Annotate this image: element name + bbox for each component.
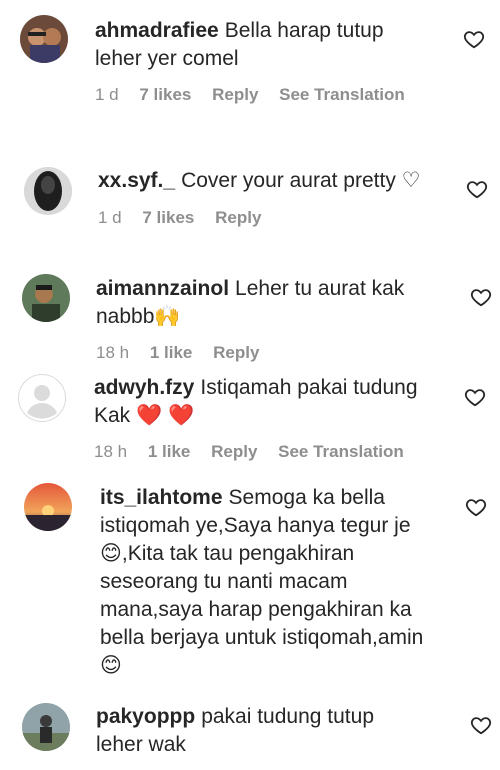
reply-button[interactable]: Reply [215, 208, 261, 227]
reply-button[interactable]: Reply [213, 343, 259, 362]
comment-meta: 18 h 1 like Reply [96, 343, 275, 363]
comment-text-block: pakyoppp pakai tudung tutup leher wak [96, 703, 416, 759]
avatar[interactable] [20, 15, 68, 63]
heart-outline-icon[interactable] [463, 28, 485, 50]
comment-body: Semoga ka bella istiqomah ye,Saya hanya … [100, 486, 424, 677]
avatar[interactable] [24, 167, 72, 215]
comment-text-block: xx.syf._ Cover your aurat pretty ♡ [98, 167, 458, 195]
likes-count-button[interactable]: 7 likes [139, 85, 191, 104]
heart-outline-icon[interactable] [470, 714, 492, 736]
avatar[interactable] [24, 483, 72, 531]
heart-outline-icon[interactable] [466, 178, 488, 200]
avatar[interactable] [22, 703, 70, 751]
heart-outline-icon[interactable] [464, 386, 486, 408]
comment-username[interactable]: ahmadrafiee [95, 19, 219, 42]
comment-username[interactable]: its_ilahtome [100, 486, 223, 509]
comment-time: 18 h [96, 343, 130, 362]
comment-text-block: aimannzainol Leher tu aurat kak nabbb🙌 [96, 275, 436, 331]
comment-time: 1 d [95, 85, 119, 104]
default-avatar-icon[interactable] [18, 374, 66, 422]
comment-username[interactable]: xx.syf._ [98, 169, 175, 192]
comment-meta: 1 d 7 likes Reply [98, 208, 277, 228]
reply-button[interactable]: Reply [212, 85, 258, 104]
comment-time: 18 h [94, 442, 128, 461]
comment-body: Cover your aurat pretty ♡ [181, 169, 421, 192]
likes-count-button[interactable]: 1 like [150, 343, 193, 362]
see-translation-button[interactable]: See Translation [279, 85, 405, 104]
likes-count-button[interactable]: 7 likes [142, 208, 194, 227]
comment-text-block: ahmadrafiee Bella harap tutup leher yer c… [95, 17, 435, 73]
comment-username[interactable]: aimannzainol [96, 277, 229, 300]
comment-username[interactable]: adwyh.fzy [94, 376, 194, 399]
comment-time: 1 d [98, 208, 122, 227]
avatar[interactable] [22, 274, 70, 322]
see-translation-button[interactable]: See Translation [278, 442, 404, 461]
comment-username[interactable]: pakyoppp [96, 705, 195, 728]
heart-outline-icon[interactable] [465, 496, 487, 518]
comment-meta: 1 d 7 likes Reply See Translation [95, 85, 421, 105]
comment-text-block: adwyh.fzy Istiqamah pakai tudung Kak ❤️ ❤… [94, 374, 454, 430]
likes-count-button[interactable]: 1 like [148, 442, 191, 461]
reply-button[interactable]: Reply [211, 442, 257, 461]
heart-outline-icon[interactable] [470, 286, 492, 308]
comment-text-block: its_ilahtome Semoga ka bella istiqomah ye… [100, 484, 445, 680]
comment-meta: 18 h 1 like Reply See Translation [94, 442, 420, 462]
